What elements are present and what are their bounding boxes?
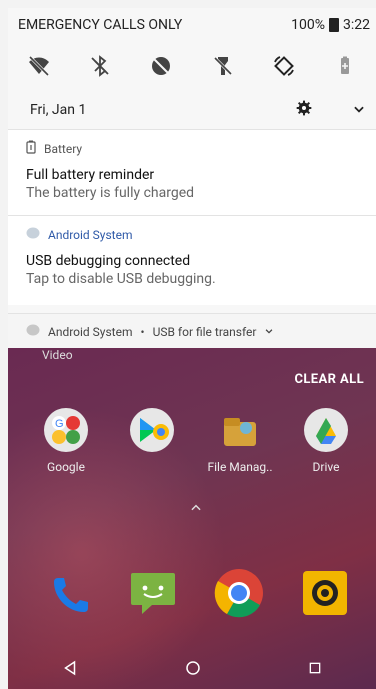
android-system-icon bbox=[26, 323, 40, 340]
notification-text: Tap to disable USB debugging. bbox=[26, 271, 216, 287]
date-row-actions bbox=[296, 100, 366, 120]
clear-all-button[interactable]: CLEAR ALL bbox=[294, 372, 364, 387]
app-google[interactable]: G Google bbox=[26, 408, 106, 474]
dock bbox=[8, 566, 376, 626]
settings-gear-icon[interactable] bbox=[296, 100, 312, 120]
bluetooth-off-icon[interactable] bbox=[88, 54, 112, 78]
status-bar: EMERGENCY CALLS ONLY 100% 3:22 bbox=[8, 8, 376, 42]
notification-header: Android System bbox=[26, 226, 358, 243]
carrier-text: EMERGENCY CALLS ONLY bbox=[18, 17, 183, 33]
battery-percent: 100% bbox=[291, 17, 325, 33]
date-label: Fri, Jan 1 bbox=[30, 102, 87, 118]
app-play-folder[interactable] bbox=[112, 408, 192, 460]
messaging-icon[interactable] bbox=[128, 568, 178, 618]
footer-text: USB for file transfer bbox=[152, 324, 257, 339]
quick-settings-row bbox=[8, 44, 376, 88]
battery-icon bbox=[329, 18, 339, 32]
notification-shade: EMERGENCY CALLS ONLY 100% 3:22 Fri, Jan … bbox=[8, 8, 376, 349]
notification-usb-debugging[interactable]: Android System USB debugging connected T… bbox=[8, 215, 376, 305]
notification-battery[interactable]: Battery Full battery reminder The batter… bbox=[8, 129, 376, 215]
flashlight-off-icon[interactable] bbox=[211, 54, 235, 78]
recents-icon[interactable] bbox=[307, 660, 323, 680]
camera-icon[interactable] bbox=[300, 568, 350, 618]
phone-icon[interactable] bbox=[46, 570, 96, 620]
play-store-folder-icon bbox=[130, 408, 174, 452]
file-manager-icon bbox=[218, 408, 262, 452]
home-wallpaper: Video CLEAR ALL G Google File Manag.. Dr… bbox=[8, 348, 376, 689]
app-row: G Google File Manag.. Drive bbox=[8, 408, 376, 488]
do-not-disturb-icon[interactable] bbox=[149, 54, 173, 78]
recent-app-label: Video bbox=[42, 348, 73, 362]
notification-title: USB debugging connected bbox=[26, 253, 191, 269]
date-row: Fri, Jan 1 bbox=[8, 92, 376, 128]
app-file-manager[interactable]: File Manag.. bbox=[200, 408, 280, 474]
notification-usb-transfer[interactable]: Android System • USB for file transfer bbox=[8, 313, 376, 349]
android-system-icon bbox=[26, 226, 40, 243]
status-right: 100% 3:22 bbox=[291, 17, 370, 33]
auto-rotate-icon[interactable] bbox=[272, 54, 296, 78]
home-icon[interactable] bbox=[184, 659, 202, 681]
chrome-icon[interactable] bbox=[214, 568, 264, 618]
expand-chevron-icon[interactable] bbox=[352, 101, 366, 120]
notification-header: Battery bbox=[26, 140, 358, 157]
app-label: Drive bbox=[312, 460, 340, 474]
app-drive[interactable]: Drive bbox=[286, 408, 366, 474]
footer-separator: • bbox=[140, 324, 145, 339]
notification-app-name: Battery bbox=[44, 141, 83, 156]
app-label: Google bbox=[47, 460, 85, 474]
google-folder-icon: G bbox=[44, 408, 88, 452]
notification-title: Full battery reminder bbox=[26, 167, 155, 183]
svg-text:G: G bbox=[55, 418, 64, 430]
drive-icon bbox=[304, 408, 348, 452]
footer-app-name: Android System bbox=[48, 324, 133, 339]
chevron-down-icon[interactable] bbox=[264, 325, 274, 339]
navigation-bar bbox=[8, 651, 376, 689]
phone-screen: EMERGENCY CALLS ONLY 100% 3:22 Fri, Jan … bbox=[8, 8, 376, 689]
battery-saver-icon[interactable] bbox=[333, 54, 357, 78]
app-label: File Manag.. bbox=[207, 460, 273, 474]
back-icon[interactable] bbox=[61, 659, 79, 681]
notification-app-name: Android System bbox=[48, 227, 133, 242]
clock: 3:22 bbox=[343, 17, 370, 33]
app-drawer-chevron-icon[interactable] bbox=[189, 500, 203, 514]
wifi-off-icon[interactable] bbox=[27, 54, 51, 78]
notification-text: The battery is fully charged bbox=[26, 185, 195, 201]
battery-outline-icon bbox=[26, 140, 36, 157]
